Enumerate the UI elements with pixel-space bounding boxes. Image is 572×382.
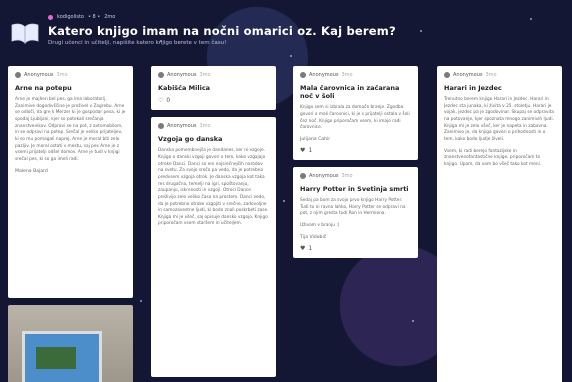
board-header: kodigolisto • 8 • 2mo Katero knjigo imam…	[0, 0, 572, 60]
board-title: Katero knjigo imam na nočni omarici oz. …	[48, 24, 396, 38]
post-author-name: Anonymous	[24, 72, 54, 78]
post-photo[interactable]	[8, 305, 133, 382]
post-card[interactable]: Anonymous 3mo Mala čarovnica in začarana…	[293, 66, 418, 160]
like-count: 1	[308, 146, 313, 154]
post-author: Anonymous 3mo	[300, 72, 411, 78]
like-button[interactable]: ♥ 1	[300, 245, 411, 252]
post-author: Anonymous 3mo	[158, 123, 269, 130]
post-title: Vzgoja go danska	[158, 135, 223, 144]
post-time: 3mo	[341, 72, 353, 78]
post-card[interactable]: Anonymous 3mo Vzgoja go danska Danska po…	[151, 117, 276, 378]
post-card[interactable]: Anonymous 3mo Kabišča Milica ♡ 0	[151, 66, 276, 111]
post-paragraph: Arne je majhen bel pes, ga ima laborator…	[15, 97, 126, 163]
post-title: Harari in Jezdec	[444, 84, 502, 92]
post-body: Sedaj pa bom za svojo prvo knjigo Harry …	[300, 198, 411, 230]
post-body: Arne je majhen bel pes, ga ima laborator…	[15, 97, 126, 164]
post-body: Trenutno berem knjigo Harari in Jezdec. …	[444, 97, 555, 169]
heart-icon[interactable]: ♥	[300, 245, 305, 252]
post-signature: Julijana Cahir	[300, 136, 331, 142]
like-button[interactable]: ♡ 0	[158, 97, 269, 104]
board-meta-separator: • 8 •	[87, 14, 101, 20]
board-subtitle: Drugi učenci in učitelji, napišite kater…	[48, 40, 227, 46]
post-card[interactable]: Anonymous 3mo Harari in Jezdec Trenutno …	[437, 66, 562, 382]
star-decoration	[140, 300, 142, 302]
post-signature: Tija Vidobič	[300, 234, 327, 240]
star-decoration	[412, 320, 414, 322]
board-author[interactable]: kodigolisto	[57, 14, 84, 20]
post-time: 3mo	[199, 72, 211, 78]
post-paragraph: Knjigo sem si izbrala za domače branje. …	[300, 105, 410, 131]
post-card[interactable]: Anonymous 3mo Arne na potepu Arne je maj…	[8, 66, 133, 298]
like-count: 1	[308, 244, 313, 252]
post-card[interactable]: Anonymous 3mo Harry Potter in Svetinja s…	[293, 166, 418, 258]
avatar	[444, 72, 450, 78]
post-author-name: Anonymous	[309, 72, 339, 78]
post-paragraph: Sedaj pa bom za svojo prvo knjigo Harry …	[300, 198, 406, 217]
avatar	[158, 72, 164, 78]
star-decoration	[283, 200, 285, 202]
post-title: Kabišča Milica	[158, 84, 211, 92]
post-author: Anonymous 3mo	[444, 72, 555, 78]
post-paragraph: Danska pomembnejša je dandanes, ker ni v…	[158, 148, 269, 227]
post-author-name: Anonymous	[309, 172, 339, 179]
post-title: Arne na potepu	[15, 84, 72, 92]
post-author: Anonymous 3mo	[158, 72, 269, 78]
post-time: 3mo	[485, 72, 497, 78]
post-body: Danska pomembnejša je dandanes, ker ni v…	[158, 148, 269, 228]
post-time: 3mo	[341, 172, 353, 179]
avatar	[15, 72, 21, 78]
column-3: Anonymous 3mo Mala čarovnica in začarana…	[293, 66, 418, 258]
avatar	[158, 123, 164, 130]
post-author: Anonymous 3mo	[15, 72, 126, 78]
post-title: Harry Potter in Svetinja smrti	[300, 184, 409, 193]
heart-icon[interactable]: ♥	[300, 147, 305, 154]
post-author-name: Anonymous	[167, 123, 197, 130]
post-paragraph: Vsem, ki radi berejo fantazijske in znan…	[444, 148, 542, 168]
post-author: Anonymous 3mo	[300, 172, 411, 179]
avatar	[300, 172, 306, 179]
post-signature: Malena Bajard	[15, 168, 48, 174]
column-4: Anonymous 3mo Harari in Jezdec Trenutno …	[437, 66, 562, 382]
column-2: Anonymous 3mo Kabišča Milica ♡ 0 Anonymo…	[151, 66, 276, 378]
heart-icon[interactable]: ♡	[158, 97, 163, 104]
post-time: 3mo	[199, 123, 211, 130]
post-paragraph: Trenutno berem knjigo Harari in Jezdec. …	[444, 97, 555, 143]
board-meta: kodigolisto • 8 • 2mo	[48, 14, 115, 20]
open-book-icon	[11, 23, 39, 44]
post-paragraph: Uživam v branju :)	[300, 222, 340, 228]
like-button[interactable]: ♥ 1	[300, 147, 411, 154]
post-author-name: Anonymous	[167, 72, 197, 78]
avatar	[300, 72, 306, 78]
board-time: 2mo	[104, 14, 116, 20]
post-time: 3mo	[56, 72, 68, 78]
author-avatar[interactable]	[48, 14, 53, 20]
post-title: Mala čarovnica in začarana noč v šoli	[300, 84, 400, 101]
post-body: Knjigo sem si izbrala za domače branje. …	[300, 105, 411, 132]
like-count: 0	[166, 97, 171, 105]
post-author-name: Anonymous	[453, 72, 483, 78]
column-1: Anonymous 3mo Arne na potepu Arne je maj…	[8, 66, 133, 382]
photo-detail	[36, 347, 76, 369]
